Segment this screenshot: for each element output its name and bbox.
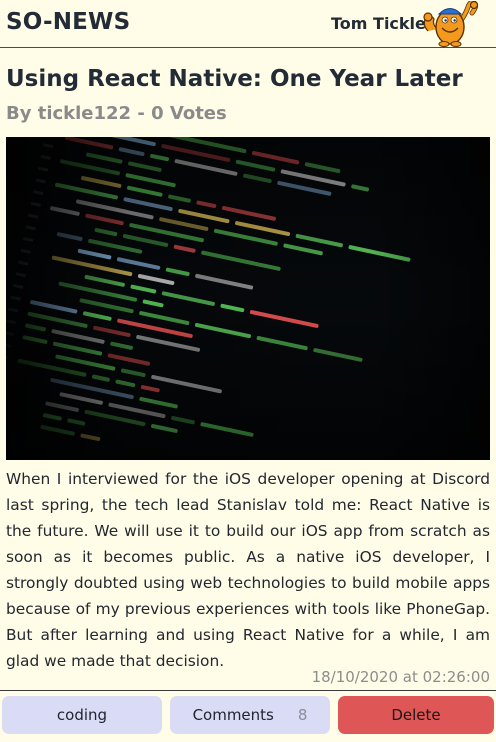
topic-tag-label: coding bbox=[56, 706, 108, 724]
actions-divider bbox=[0, 690, 496, 691]
topic-tag-button[interactable]: coding bbox=[2, 696, 162, 734]
comments-count: 8 bbox=[297, 706, 308, 724]
user-name[interactable]: Tom Tickle bbox=[331, 14, 426, 33]
article-image bbox=[6, 137, 490, 460]
delete-label: Delete bbox=[391, 706, 441, 724]
article-byline: By tickle122 - 0 Votes bbox=[6, 103, 227, 124]
article-body: When I interviewed for the iOS developer… bbox=[6, 470, 490, 670]
comments-label: Comments bbox=[192, 706, 274, 724]
code-screen-image bbox=[6, 137, 490, 460]
comments-button[interactable]: Comments 8 bbox=[170, 696, 330, 734]
avatar[interactable] bbox=[420, 1, 480, 47]
top-bar: SO-NEWS Tom Tickle bbox=[0, 0, 496, 48]
article-title: Using React Native: One Year Later bbox=[6, 66, 463, 92]
site-logo[interactable]: SO-NEWS bbox=[6, 9, 130, 35]
delete-button[interactable]: Delete bbox=[338, 696, 494, 734]
article-timestamp: 18/10/2020 at 02:26:00 bbox=[311, 668, 490, 686]
